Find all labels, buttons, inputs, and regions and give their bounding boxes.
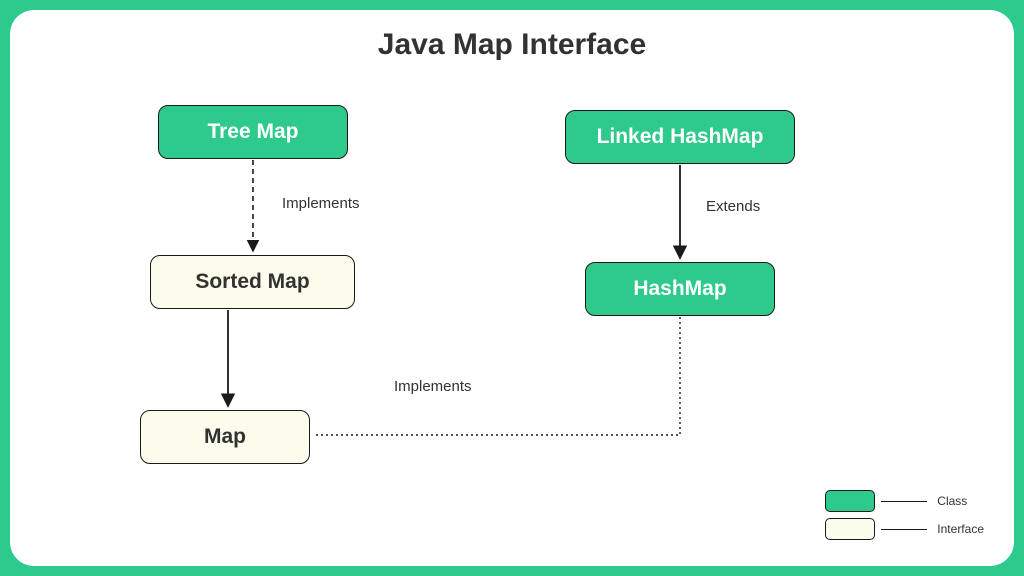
legend-class-label: Class xyxy=(937,494,967,508)
diagram-canvas: Java Map Interface Tree Map Linked HashM… xyxy=(10,10,1014,566)
edge-label-extends: Extends xyxy=(706,198,760,215)
node-label: HashMap xyxy=(633,277,726,300)
edge-label-implements-1: Implements xyxy=(282,195,360,212)
node-label: Map xyxy=(204,425,246,448)
legend-interface-row: Interface xyxy=(825,518,984,540)
legend-interface-label: Interface xyxy=(937,522,984,536)
node-label: Sorted Map xyxy=(195,270,309,293)
node-treemap: Tree Map xyxy=(158,105,348,159)
frame: Java Map Interface Tree Map Linked HashM… xyxy=(0,0,1024,576)
node-label: Tree Map xyxy=(207,120,298,143)
edge-label-implements-2: Implements xyxy=(394,378,472,395)
node-linkedhashmap: Linked HashMap xyxy=(565,110,795,164)
diagram-title: Java Map Interface xyxy=(10,28,1014,62)
node-label: Linked HashMap xyxy=(597,125,764,148)
legend: Class Interface xyxy=(825,490,984,546)
node-hashmap: HashMap xyxy=(585,262,775,316)
legend-class-row: Class xyxy=(825,490,984,512)
node-map: Map xyxy=(140,410,310,464)
legend-interface-swatch xyxy=(825,518,875,540)
legend-line-icon xyxy=(881,529,927,530)
legend-class-swatch xyxy=(825,490,875,512)
node-sortedmap: Sorted Map xyxy=(150,255,355,309)
legend-line-icon xyxy=(881,501,927,502)
